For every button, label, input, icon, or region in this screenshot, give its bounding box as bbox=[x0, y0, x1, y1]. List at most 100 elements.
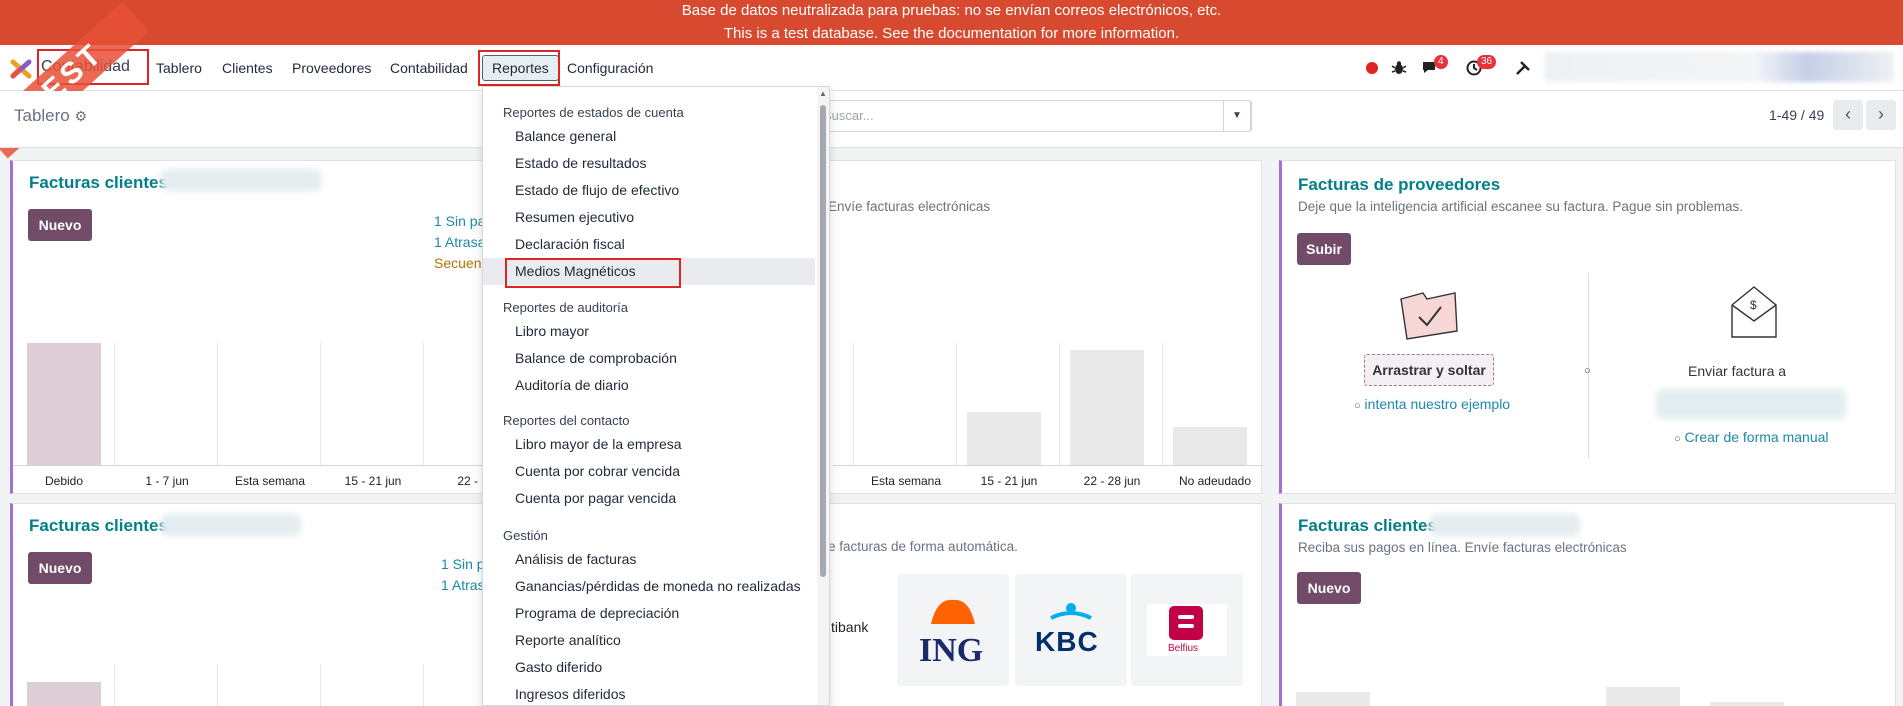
pager-value[interactable]: 1-49 / 49 bbox=[1769, 107, 1824, 123]
menu-item-flujo-efectivo[interactable]: Estado de flujo de efectivo bbox=[483, 177, 815, 204]
scroll-up-icon[interactable]: ▲ bbox=[819, 89, 827, 98]
bank-ing[interactable]: ING bbox=[897, 574, 1009, 686]
chart-axis bbox=[833, 465, 1263, 466]
journal-name-blurred bbox=[1430, 514, 1580, 536]
gear-icon[interactable]: ⚙ bbox=[75, 108, 88, 124]
menu-item-estado-resultados[interactable]: Estado de resultados bbox=[483, 150, 815, 177]
menu-tablero[interactable]: Tablero bbox=[156, 57, 202, 79]
new-invoice-button[interactable]: Nuevo bbox=[28, 552, 92, 584]
try-example-link[interactable]: ○ intenta nuestro ejemplo bbox=[1354, 396, 1510, 412]
search-placeholder: Buscar... bbox=[823, 108, 874, 123]
folder-check-icon bbox=[1400, 292, 1458, 340]
menu-item-ganancias-perdidas[interactable]: Ganancias/pérdidas de moneda no realizad… bbox=[483, 573, 815, 600]
menu-item-cuenta-pagar-vencida[interactable]: Cuenta por pagar vencida bbox=[483, 485, 815, 512]
banner-line-1: Base de datos neutralizada para pruebas:… bbox=[681, 2, 1222, 19]
stat-late[interactable]: 1 Atrasa bbox=[434, 234, 485, 250]
scrollbar-thumb[interactable] bbox=[820, 105, 826, 577]
menu-item-analisis-facturas[interactable]: Análisis de facturas bbox=[483, 546, 815, 573]
envelope-invoice-icon: $ bbox=[1731, 286, 1777, 338]
record-icon[interactable] bbox=[1366, 62, 1378, 74]
create-manual-link[interactable]: ○ Crear de forma manual bbox=[1674, 429, 1829, 445]
stat-unpaid[interactable]: 1 Sin p bbox=[441, 556, 485, 572]
belfius-wordmark: Belfius bbox=[1168, 643, 1199, 654]
menu-clientes[interactable]: Clientes bbox=[222, 57, 273, 79]
chart-bar bbox=[27, 682, 101, 706]
send-invoice-label: Enviar factura a bbox=[1688, 363, 1787, 379]
pager-prev-button[interactable]: ‹ bbox=[1833, 100, 1863, 130]
menu-item-reporte-analitico[interactable]: Reporte analítico bbox=[483, 627, 815, 654]
bug-icon[interactable] bbox=[1391, 60, 1407, 76]
card-facturas-proveedores: Facturas de proveedores Deje que la inte… bbox=[1279, 160, 1896, 494]
menu-item-balance-general[interactable]: Balance general bbox=[483, 123, 815, 150]
menu-configuracion[interactable]: Configuración bbox=[567, 57, 653, 79]
stat-sequence[interactable]: Secuenc bbox=[434, 255, 488, 271]
chart-divider bbox=[1162, 343, 1163, 465]
menu-item-cuenta-cobrar-vencida[interactable]: Cuenta por cobrar vencida bbox=[483, 458, 815, 485]
search-input[interactable]: Buscar... ▼ bbox=[812, 100, 1252, 132]
card-facturas-clientes-3: Facturas clientes Reciba sus pagos en lí… bbox=[1279, 503, 1896, 706]
menu-item-declaracion-fiscal[interactable]: Declaración fiscal bbox=[483, 231, 815, 258]
bank-kbc[interactable]: KBC bbox=[1015, 574, 1127, 686]
x-label: No adeudado bbox=[1178, 474, 1252, 488]
card-subtitle: Deje que la inteligencia artificial esca… bbox=[1298, 199, 1744, 214]
drag-drop-zone[interactable]: Arrastrar y soltar bbox=[1364, 354, 1494, 386]
chevron-down-icon[interactable]: ▼ bbox=[1223, 100, 1251, 132]
email-alias-blurred[interactable] bbox=[1656, 389, 1846, 419]
documentation-link[interactable]: See the documentation for more informati… bbox=[882, 25, 1179, 42]
belfius-logo-icon bbox=[1169, 606, 1203, 640]
highlight-medios-magneticos bbox=[505, 258, 681, 288]
ing-lion-icon bbox=[931, 599, 975, 624]
card-title[interactable]: Facturas clientes bbox=[1298, 516, 1437, 536]
control-panel: Tablero ⚙ Buscar... ▼ 1-49 / 49 ‹ › bbox=[0, 91, 1903, 148]
chart-bar bbox=[1606, 687, 1680, 706]
bank-label-citibank: tibank bbox=[831, 619, 869, 635]
menu-contabilidad[interactable]: Contabilidad bbox=[390, 57, 468, 79]
journal-name-blurred bbox=[161, 169, 321, 191]
menu-item-resumen-ejecutivo[interactable]: Resumen ejecutivo bbox=[483, 204, 815, 231]
chart-divider bbox=[320, 343, 321, 465]
user-menu-blurred[interactable] bbox=[1544, 52, 1894, 82]
tools-icon[interactable] bbox=[1515, 60, 1531, 76]
menu-item-ingresos-diferidos[interactable]: Ingresos diferidos bbox=[483, 681, 815, 705]
kbc-figure-icon bbox=[1050, 603, 1092, 620]
pager-next-button[interactable]: › bbox=[1866, 100, 1896, 130]
banner-prefix: This is a test database. bbox=[723, 25, 879, 42]
menu-item-balance-comprobacion[interactable]: Balance de comprobación bbox=[483, 345, 815, 372]
chart-divider bbox=[1059, 343, 1060, 465]
x-label: 15 - 21 jun bbox=[344, 474, 402, 488]
section-heading: Reportes de estados de cuenta bbox=[503, 105, 684, 120]
stat-late[interactable]: 1 Atras bbox=[441, 577, 485, 593]
card-title[interactable]: Facturas de proveedores bbox=[1298, 175, 1500, 195]
card-title[interactable]: Facturas clientes bbox=[29, 173, 168, 193]
activities-badge: 36 bbox=[1477, 55, 1497, 69]
new-invoice-button[interactable]: Nuevo bbox=[28, 209, 92, 241]
bank-belfius[interactable]: Belfius bbox=[1131, 574, 1243, 686]
try-example-label: intenta nuestro ejemplo bbox=[1364, 396, 1511, 412]
section-heading: Reportes de auditoría bbox=[503, 300, 629, 315]
ing-wordmark: ING bbox=[919, 632, 984, 669]
menu-item-libro-mayor-empresa[interactable]: Libro mayor de la empresa bbox=[483, 431, 815, 458]
menu-item-gasto-diferido[interactable]: Gasto diferido bbox=[483, 654, 815, 681]
new-invoice-button[interactable]: Nuevo bbox=[1297, 572, 1361, 604]
upload-button[interactable]: Subir bbox=[1297, 233, 1351, 265]
stat-unpaid[interactable]: 1 Sin pa bbox=[434, 213, 485, 229]
create-manual-label: Crear de forma manual bbox=[1684, 429, 1829, 445]
menu-proveedores[interactable]: Proveedores bbox=[292, 57, 371, 79]
section-heading: Gestión bbox=[503, 528, 548, 543]
menu-item-programa-depreciacion[interactable]: Programa de depreciación bbox=[483, 600, 815, 627]
chart-bar bbox=[1296, 692, 1370, 706]
x-label: 15 - 21 jun bbox=[980, 474, 1038, 488]
dropdown-scrollbar[interactable]: ▲ bbox=[817, 87, 829, 705]
reportes-dropdown-menu: Reportes de estados de cuenta Balance ge… bbox=[482, 86, 830, 706]
circle-bullet-icon: ○ bbox=[1354, 400, 1361, 412]
chart-bar-debido bbox=[27, 343, 101, 465]
chart-divider bbox=[423, 664, 424, 706]
menu-item-libro-mayor[interactable]: Libro mayor bbox=[483, 318, 815, 345]
page-title: Tablero bbox=[14, 106, 70, 125]
menu-item-auditoria-diario[interactable]: Auditoría de diario bbox=[483, 372, 815, 399]
accounting-app-icon[interactable] bbox=[10, 58, 32, 80]
banner-line-2: This is a test database. See the documen… bbox=[0, 23, 1903, 46]
card-title[interactable]: Facturas clientes bbox=[29, 516, 168, 536]
chart-bar bbox=[1070, 350, 1144, 465]
section-heading: Reportes del contacto bbox=[503, 413, 630, 428]
